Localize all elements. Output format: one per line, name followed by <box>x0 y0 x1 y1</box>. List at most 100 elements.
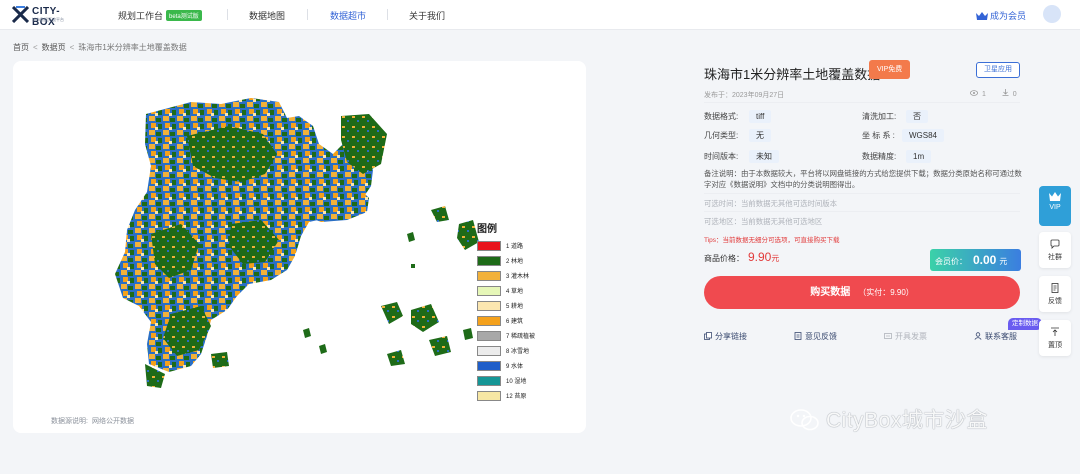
map-preview: 图例 1 道路 2 林地 3 灌木林 4 草地 5 耕地 6 建筑 7 稀疏植被 8 冰雪地 9… <box>51 74 547 406</box>
custom-data-tag[interactable]: 定制数据 <box>1008 318 1042 330</box>
nav-workbench-label: 规划工作台 <box>118 11 164 21</box>
invoice-action[interactable]: 开具发票 <box>884 331 927 342</box>
buy-data-button[interactable]: 购买数据 （实付：9.90） <box>704 276 1020 309</box>
precision-label: 数据精度: <box>862 152 897 161</box>
side-top-button[interactable]: 置顶 <box>1039 320 1071 356</box>
member-price-amount: 0.00 <box>973 253 997 267</box>
beta-badge: beta测试版 <box>166 10 202 21</box>
side-vip-button[interactable]: VIP <box>1039 186 1071 226</box>
legend-swatch <box>477 270 501 281</box>
nav-divider <box>387 9 388 20</box>
divider <box>704 211 1020 212</box>
format-value: tiff <box>749 110 772 123</box>
legend-item: 8 冰雪地 <box>477 345 557 356</box>
share-link-action[interactable]: 分享链接 <box>704 331 747 342</box>
publish-date: 发布于：2023年09月27日 <box>704 92 785 99</box>
action-bar: 分享链接 意见反馈 开具发票 联系客服 <box>704 331 1020 345</box>
price-value: 9.90元 <box>748 250 779 264</box>
data-source-value: 网络公开数据 <box>91 418 134 425</box>
buy-actual-price: （实付：9.90） <box>858 288 914 297</box>
user-icon <box>974 332 982 340</box>
crs-label: 坐 标 系 : <box>862 131 895 140</box>
wechat-watermark: CityBox城市沙盒 <box>790 404 988 434</box>
watermark-text: CityBox城市沙盒 <box>826 409 988 432</box>
version-value: 未知 <box>749 150 779 163</box>
legend-label: 6 建筑 <box>506 319 524 325</box>
format-label: 数据格式: <box>704 112 739 121</box>
tips-text: Tips：当前数据无细分可选项，可直接购买下载 <box>704 237 840 244</box>
nav-data-market[interactable]: 数据超市 <box>330 9 366 22</box>
legend-label: 4 草地 <box>506 289 524 295</box>
chat-icon <box>1050 239 1060 249</box>
legend-label: 1 道路 <box>506 244 524 250</box>
share-icon <box>704 332 712 340</box>
legend-label: 10 湿地 <box>506 379 527 385</box>
legend-label: 7 稀疏植被 <box>506 334 536 340</box>
legend-label: 5 耕地 <box>506 304 524 310</box>
dataset-title: 珠海市1米分辨率土地覆盖数据 <box>704 67 881 82</box>
feedback-icon <box>1051 283 1059 293</box>
invoice-icon <box>884 333 892 339</box>
legend-swatch <box>477 375 501 386</box>
optional-time: 可选时间：当前数据无其他可选时间版本 <box>704 199 838 208</box>
remark-note: 备注说明：由于本数据较大，平台将以网盘链接的方式给您提供下载；数据分类原始名称可… <box>704 169 1022 189</box>
legend-swatch <box>477 390 501 401</box>
legend-item: 4 草地 <box>477 285 557 296</box>
wechat-icon <box>790 409 819 431</box>
legend-label: 2 林地 <box>506 259 524 265</box>
nav-workbench[interactable]: 规划工作台 beta测试版 <box>118 9 202 22</box>
price-unit: 元 <box>771 254 780 263</box>
nav-about[interactable]: 关于我们 <box>409 9 445 22</box>
legend-label: 3 灌木林 <box>506 274 530 280</box>
legend-swatch <box>477 255 501 266</box>
breadcrumb-current: 珠海市1米分辨率土地覆盖数据 <box>78 43 187 52</box>
logo[interactable]: CITY-BOX 城市数据开放平台 <box>12 5 82 28</box>
document-icon <box>794 332 802 340</box>
legend-label: 12 苔原 <box>506 394 527 400</box>
precision-value: 1m <box>906 150 932 163</box>
legend-label: 9 水体 <box>506 364 524 370</box>
legend-item: 1 道路 <box>477 240 557 251</box>
land-cover-map-image <box>115 98 479 388</box>
feedback-action[interactable]: 意见反馈 <box>794 331 837 342</box>
side-feedback-label: 反馈 <box>1048 298 1062 305</box>
crown-icon <box>976 12 988 20</box>
views-count: 1 <box>981 91 986 98</box>
legend-item: 7 稀疏植被 <box>477 330 557 341</box>
legend-item: 2 林地 <box>477 255 557 266</box>
avatar[interactable] <box>1043 5 1061 23</box>
side-feedback-button[interactable]: 反馈 <box>1039 276 1071 312</box>
crown-icon <box>1049 192 1061 201</box>
legend-item: 5 耕地 <box>477 300 557 311</box>
breadcrumb: 首页 < 数据页 < 珠海市1米分辨率土地覆盖数据 <box>13 43 187 52</box>
contact-service-action[interactable]: 联系客服 <box>974 331 1017 342</box>
breadcrumb-home[interactable]: 首页 <box>13 43 29 52</box>
invoice-label: 开具发票 <box>895 332 927 341</box>
legend-item: 3 灌木林 <box>477 270 557 281</box>
optional-area: 可选地区：当前数据无其他可选地区 <box>704 217 823 226</box>
arrow-up-icon <box>1051 327 1059 336</box>
become-member-link[interactable]: 成为会员 <box>976 9 1026 22</box>
download-icon <box>1002 89 1009 96</box>
member-price-label: 会员价： <box>935 257 967 266</box>
nav-data-map[interactable]: 数据地图 <box>249 9 285 22</box>
legend-swatch <box>477 345 501 356</box>
geometry-value: 无 <box>749 129 771 142</box>
legend-swatch <box>477 360 501 371</box>
dataset-stats: 1 0 <box>970 89 1017 98</box>
cleaning-value: 否 <box>906 110 928 123</box>
legend-item: 9 水体 <box>477 360 557 371</box>
side-community-button[interactable]: 社群 <box>1039 232 1071 268</box>
legend-swatch <box>477 300 501 311</box>
price-amount: 9.90 <box>748 250 772 264</box>
breadcrumb-data[interactable]: 数据页 <box>42 43 66 52</box>
buy-label: 购买数据 <box>810 287 851 298</box>
satellite-app-button[interactable]: 卫星应用 <box>976 62 1020 78</box>
map-legend: 图例 1 道路 2 林地 3 灌木林 4 草地 5 耕地 6 建筑 7 稀疏植被 8 冰雪地 9… <box>477 220 557 405</box>
nav-divider <box>307 9 308 20</box>
divider <box>704 102 1020 103</box>
nav-divider <box>227 9 228 20</box>
crs-value: WGS84 <box>902 129 945 142</box>
detail-panel: 珠海市1米分辨率土地覆盖数据 VIP免费 卫星应用 发布于：2023年09月27… <box>692 48 1032 368</box>
geometry-label: 几何类型: <box>704 131 739 140</box>
